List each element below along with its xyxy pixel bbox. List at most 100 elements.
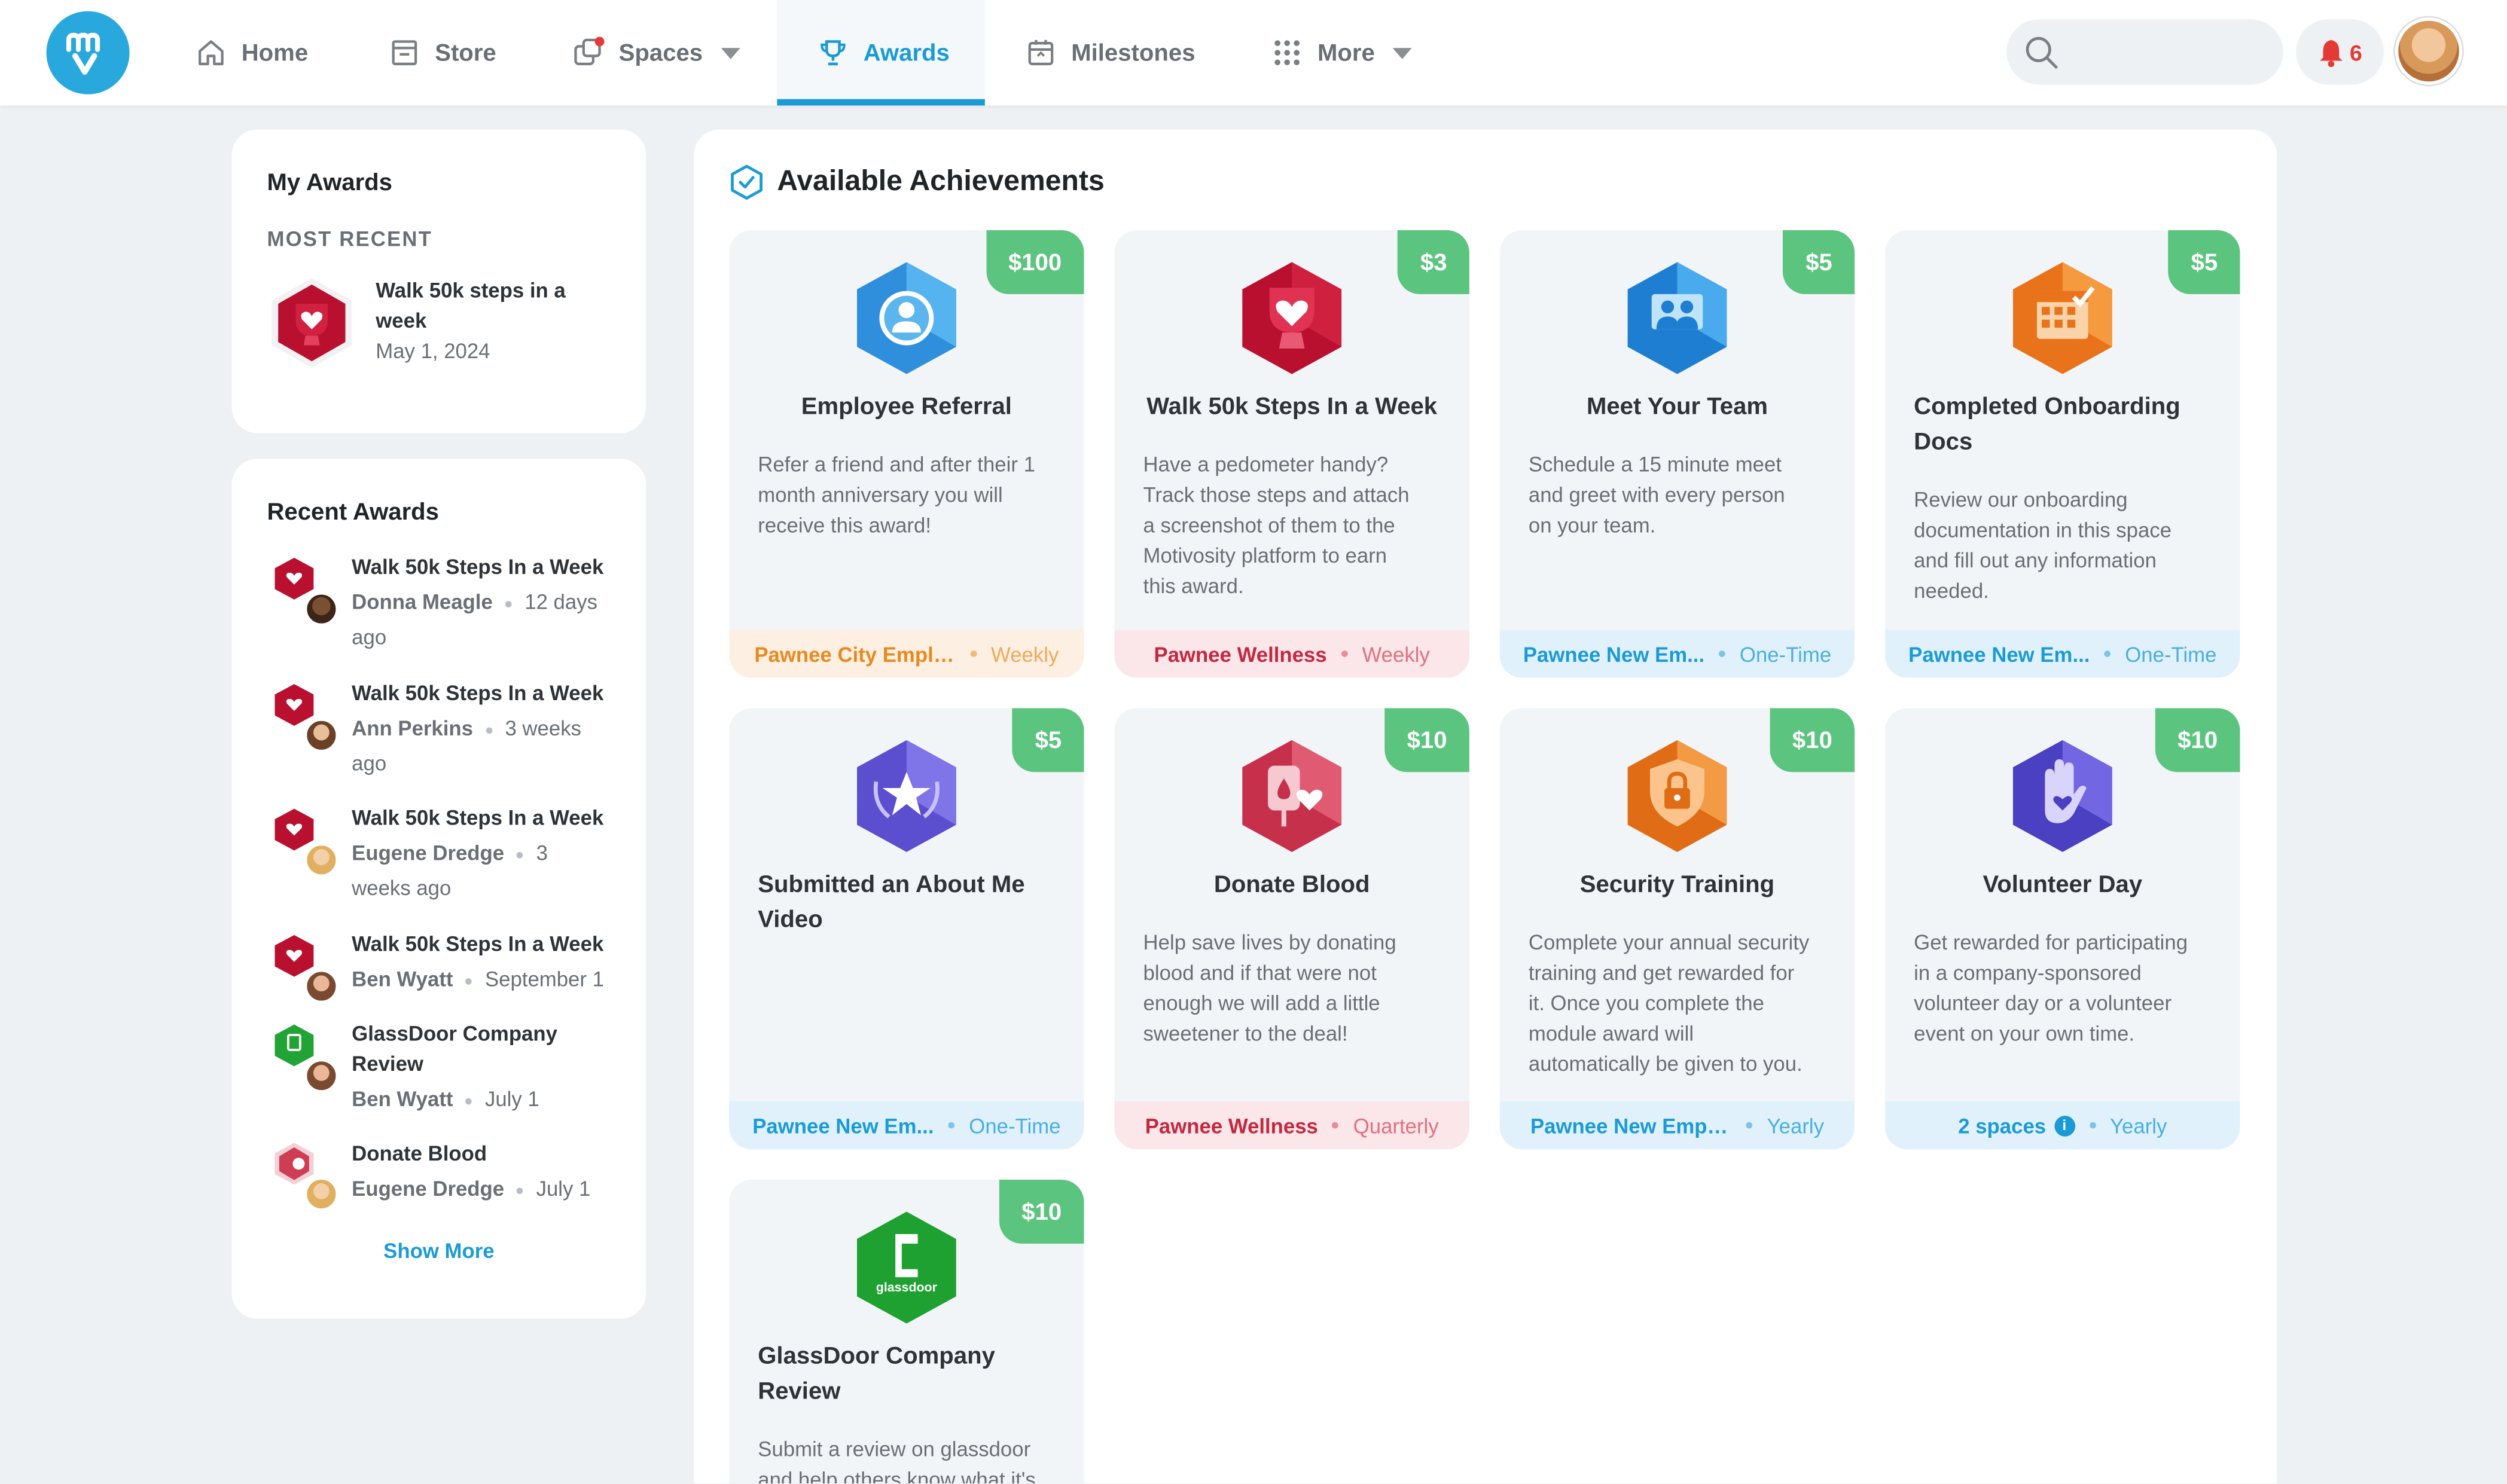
nav-spaces-label: Spaces (618, 39, 703, 66)
frequency: One-Time (1739, 642, 1832, 666)
recipient-name[interactable]: Eugene Dredge (352, 1177, 504, 1201)
award-time: 3 weeks (505, 716, 581, 740)
recipient-name[interactable]: Ben Wyatt (352, 1087, 453, 1111)
most-recent-title-2: week (376, 308, 427, 333)
logo[interactable] (46, 11, 130, 94)
price-badge: $10 (1384, 708, 1469, 772)
recipient-name[interactable]: Donna Meagle (352, 590, 493, 614)
card-title: Employee Referral (801, 393, 1012, 421)
list-item[interactable]: Walk 50k Steps In a Week Donna Meagle 12 … (352, 551, 603, 652)
achievement-card-donate-blood[interactable]: $10 Donate Blood Help save lives by dona… (1114, 708, 1469, 1150)
avatar (303, 969, 339, 1004)
award-title: Walk 50k Steps In a Week (352, 680, 604, 706)
achievements-title: Available Achievements (777, 164, 1105, 197)
list-item[interactable]: Donate Blood Eugene Dredge July 1 (352, 1138, 590, 1204)
frequency: Yearly (2110, 1113, 2167, 1138)
award-title: Donate Blood (352, 1141, 487, 1165)
achievement-card-meet-your-team[interactable]: $5 Meet Your Team Schedule a 15 minute m… (1499, 230, 1855, 678)
heart-trophy-icon (1242, 262, 1342, 374)
my-awards-title: My Awards (267, 169, 393, 197)
achievement-card-onboarding-docs[interactable]: $5 Completed Onboarding Docs Review our o… (1885, 230, 2240, 678)
price-badge: $10 (1770, 708, 1855, 772)
card-title: Security Training (1579, 871, 1775, 899)
glassdoor-wordmark: glassdoor (876, 1280, 937, 1294)
show-more-link[interactable]: Show More (232, 1239, 646, 1263)
card-title: Completed Onboarding Docs (1914, 393, 2180, 456)
nav-spaces[interactable]: Spaces (572, 0, 740, 105)
achievement-card-employee-referral[interactable]: $100 Employee Referral Refer a friend an… (729, 230, 1084, 678)
search-input[interactable] (2006, 19, 2283, 85)
card-footer: Pawnee New Em... One-Time (1499, 630, 1855, 678)
heart-trophy-icon (272, 278, 352, 368)
shield-lock-icon (1627, 740, 1727, 852)
avatar (303, 1176, 339, 1212)
recipient-name[interactable]: Eugene Dredge (352, 841, 504, 865)
list-item[interactable]: Walk 50k Steps In a Week Eugene Dredge 3 … (352, 802, 603, 903)
avatar (303, 717, 339, 753)
most-recent-title-1: Walk 50k steps in a (376, 278, 566, 303)
space-name[interactable]: Pawnee New Em... (752, 1113, 934, 1137)
card-title: Meet Your Team (1586, 393, 1768, 421)
most-recent-award[interactable]: Walk 50k steps in a week May 1, 2024 (376, 275, 565, 366)
heart-trophy-icon (275, 935, 314, 977)
user-avatar[interactable] (2395, 17, 2463, 85)
notification-count: 6 (2349, 39, 2362, 65)
team-icon (1627, 262, 1727, 374)
card-footer: Pawnee Wellness Quarterly (1114, 1101, 1469, 1150)
list-item[interactable]: GlassDoor Company Review Ben Wyatt July 1 (352, 1018, 557, 1114)
frequency: One-Time (2125, 642, 2217, 666)
avatar (303, 591, 339, 627)
card-footer: 2 spaces i Yearly (1885, 1101, 2240, 1150)
nav-awards[interactable]: Awards (817, 0, 950, 105)
card-description: Complete your annual security training an… (1528, 930, 1810, 1076)
space-name[interactable]: Pawnee Wellness (1154, 642, 1327, 665)
card-footer: Pawnee New Em... One-Time (1885, 630, 2240, 678)
nav-store[interactable]: Store (389, 0, 496, 105)
price-badge: $10 (2155, 708, 2240, 772)
nav-store-label: Store (435, 39, 496, 66)
notifications-button[interactable]: 6 (2296, 19, 2384, 85)
space-name[interactable]: Pawnee New Em... (1908, 642, 2090, 665)
card-description: Submit a review on glassdoor and help oth… (758, 1437, 1036, 1484)
glassdoor-icon (275, 1024, 314, 1067)
space-name[interactable]: Pawnee Wellness (1145, 1113, 1318, 1137)
achievement-card-security-training[interactable]: $10 Security Training Complete your annu… (1499, 708, 1855, 1150)
calendar-icon (1028, 39, 1054, 66)
blood-bag-icon (1242, 740, 1342, 852)
space-name[interactable]: Pawnee New Em... (1523, 642, 1704, 665)
nav-milestones[interactable]: Milestones (1025, 0, 1195, 105)
space-name[interactable]: Pawnee New Emplo... (1530, 1113, 1732, 1137)
avatar (303, 842, 339, 878)
achievement-card-walk-50k[interactable]: $3 Walk 50k Steps In a Week Have a pedom… (1114, 230, 1469, 678)
card-description: Have a pedometer handy? Track those steps… (1143, 452, 1410, 598)
space-name[interactable]: Pawnee City Emplo... (754, 642, 956, 665)
calendar-icon (2012, 262, 2112, 374)
recipient-name[interactable]: Ann Perkins (352, 716, 473, 740)
price-badge: $10 (999, 1180, 1084, 1244)
nav-home[interactable]: Home (195, 0, 308, 105)
award-title: Walk 50k Steps In a Week (352, 805, 604, 830)
award-title: Walk 50k Steps In a Week (352, 554, 604, 579)
nav-more[interactable]: More (1271, 0, 1412, 105)
list-item[interactable]: Walk 50k Steps In a Week Ann Perkins 3 we… (352, 678, 603, 778)
achievement-card-glassdoor-review[interactable]: $10 glassdoor GlassDoor Company Review Su… (729, 1180, 1084, 1484)
nav-milestones-label: Milestones (1071, 39, 1195, 66)
award-time: July 1 (484, 1086, 539, 1112)
info-icon[interactable]: i (2054, 1114, 2075, 1136)
achievement-card-about-me-video[interactable]: $5 Submitted an About Me Video Pawnee New… (729, 708, 1084, 1150)
award-time-cont: ago (352, 751, 387, 775)
card-description: Get rewarded for participating in a compa… (1914, 930, 2188, 1046)
recipient-name[interactable]: Ben Wyatt (352, 967, 453, 991)
frequency: Weekly (1362, 642, 1430, 666)
card-description: Help save lives by donating blood and if … (1143, 930, 1396, 1046)
active-tab-indicator (777, 99, 985, 106)
spaces-icon (574, 36, 605, 66)
list-item[interactable]: Walk 50k Steps In a Week Ben Wyatt Septem… (352, 929, 604, 994)
store-icon (392, 40, 417, 66)
space-name[interactable]: 2 spaces (1958, 1113, 2046, 1137)
bell-icon (2319, 39, 2342, 66)
price-badge: $5 (1012, 708, 1084, 772)
award-title-cont: Review (352, 1052, 423, 1076)
achievement-card-volunteer-day[interactable]: $10 Volunteer Day Get rewarded for parti… (1885, 708, 2240, 1150)
price-badge: $5 (1783, 230, 1855, 294)
